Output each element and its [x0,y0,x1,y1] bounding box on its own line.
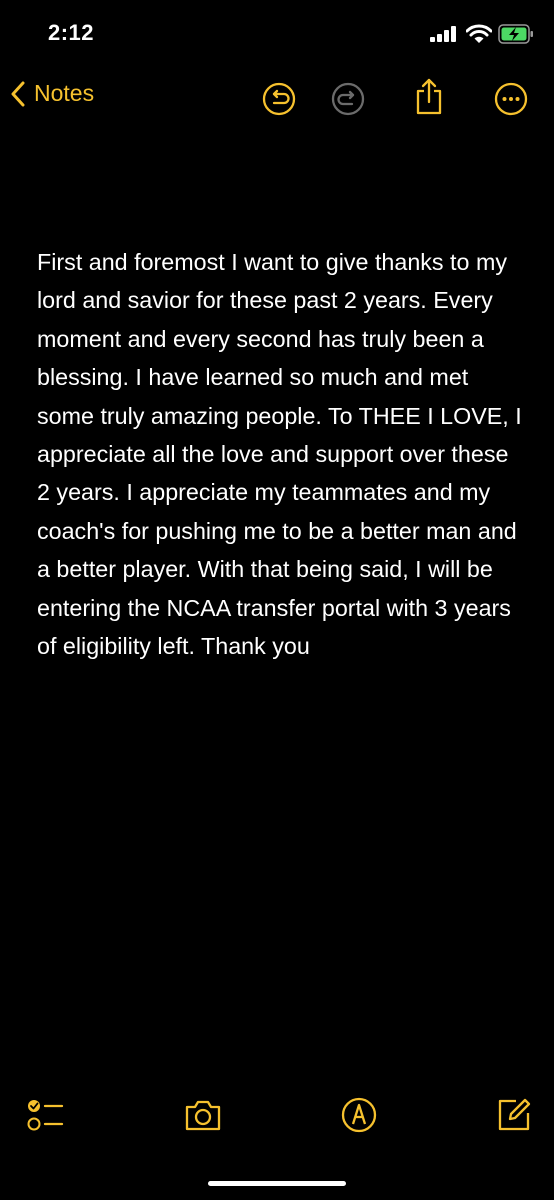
chevron-left-icon [11,81,25,106]
markup-icon[interactable] [339,1095,379,1135]
camera-icon[interactable] [183,1095,223,1135]
undo-icon[interactable] [262,82,296,116]
back-button[interactable]: Notes [10,80,94,107]
status-bar: 2:12 [0,0,554,70]
cellular-signal-icon [430,26,456,42]
checklist-icon[interactable] [26,1095,66,1135]
bottom-toolbar [0,1095,554,1145]
status-time: 2:12 [48,20,95,45]
more-icon[interactable] [494,82,528,116]
wifi-icon [466,24,492,43]
note-body[interactable]: First and foremost I want to give thanks… [37,243,527,665]
redo-icon[interactable] [331,82,365,116]
navigation-bar: Notes [0,70,554,130]
share-icon[interactable] [414,78,444,116]
battery-charging-icon [498,24,533,44]
back-label: Notes [34,80,95,106]
home-indicator[interactable] [208,1181,346,1186]
compose-icon[interactable] [494,1095,534,1135]
